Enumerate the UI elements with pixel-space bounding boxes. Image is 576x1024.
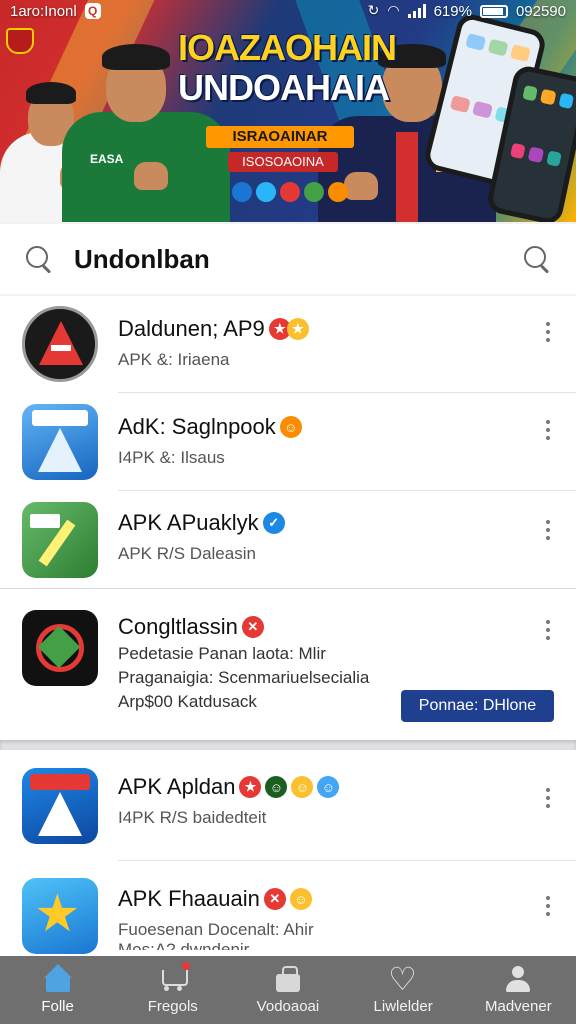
app-list-secondary: APK Apldan ★ ☺ ☺ ☺ I4PK R/S baidedteit ★… — [0, 750, 576, 956]
search-title[interactable]: Undonlban — [74, 244, 522, 275]
user-icon — [503, 965, 533, 992]
app-subtitle: APK &: Iriaena — [118, 350, 230, 369]
notification-dot — [181, 961, 190, 970]
search-header: Undonlban — [0, 224, 576, 294]
battery-percent: 619% — [433, 2, 472, 20]
more-options-icon[interactable] — [542, 620, 554, 642]
clock: 092590 — [515, 2, 566, 20]
emoji-badge-icon: ☺ — [279, 416, 302, 438]
app-icon — [22, 306, 98, 382]
search-icon[interactable] — [522, 244, 552, 274]
app-icon — [22, 502, 98, 578]
list-item[interactable]: ★ APK Fhaauain ✕ ☺ Fuoesenan Docenalt: A… — [0, 860, 576, 956]
search-icon[interactable] — [24, 244, 54, 274]
emoji-badge-icon: ☺ — [317, 776, 340, 798]
verified-badge-icon: ✓ — [262, 512, 285, 534]
nav-item-profile[interactable]: Madvener — [468, 956, 568, 1024]
app-name: APK Fhaauain ✕ ☺ — [118, 886, 312, 912]
nav-label: Liwlelder — [373, 997, 433, 1015]
nav-label: Madvener — [484, 997, 552, 1015]
bag-icon — [273, 965, 303, 992]
app-name: AdK: Saglnpook ☺ — [118, 414, 302, 440]
nav-label: Fregols — [147, 997, 198, 1015]
wifi-icon: ◠ — [387, 3, 400, 19]
home-icon — [43, 963, 73, 992]
app-icon — [22, 610, 98, 686]
sync-icon: ↻ — [367, 3, 380, 19]
banner-subtagline: ISOSOAOINA — [228, 152, 338, 172]
app-description: Pedetasie Panan laota: Mlir Praganaigia:… — [118, 644, 370, 711]
list-item[interactable]: APK APuaklyk ✓ APK R/S Daleasin — [0, 492, 576, 590]
carrier-label: 1aro:Inonl — [10, 2, 77, 20]
more-options-icon[interactable] — [542, 896, 554, 918]
app-name: Daldunen; AP9 ★ ★ — [118, 316, 309, 342]
nav-item-cart[interactable]: Fregols — [123, 956, 223, 1024]
close-badge-icon: ✕ — [241, 616, 264, 638]
app-name: Congltlassin ✕ — [118, 614, 264, 640]
app-icon: ★ — [22, 878, 98, 954]
battery-icon — [479, 4, 508, 18]
banner-social-icons — [232, 182, 348, 202]
emoji-badge-icon: ☺ — [291, 776, 314, 798]
list-item[interactable]: APK Apldan ★ ☺ ☺ ☺ I4PK R/S baidedteit — [0, 750, 576, 861]
action-button[interactable]: Ponnae: DHlone — [401, 690, 554, 722]
emoji-badge-icon: ☺ — [265, 776, 288, 798]
app-name: APK Apldan ★ ☺ ☺ ☺ — [118, 774, 340, 800]
app-subtitle: I4PK &: Ilsaus — [118, 448, 225, 467]
promo-banner[interactable]: EASA IOAZAOHAIN UNDOAHAIA ISRAOAINAR ISO… — [0, 0, 576, 222]
bottom-navigation: Folle Fregols Vodoaoai Liwlelder Madvene… — [0, 956, 576, 1024]
more-options-icon[interactable] — [542, 420, 554, 442]
app-name: APK APuaklyk ✓ — [118, 510, 285, 536]
cart-icon — [158, 961, 190, 992]
social-icon — [280, 182, 300, 202]
nav-item-store[interactable]: Vodoaoai — [238, 956, 338, 1024]
list-item[interactable]: AdK: Saglnpook ☺ I4PK &: Ilsaus — [0, 394, 576, 492]
list-item-expanded[interactable]: Congltlassin ✕ Pedetasie Panan laota: Ml… — [0, 590, 576, 740]
app-icon — [22, 404, 98, 480]
nav-item-home[interactable]: Folle — [8, 956, 108, 1024]
app-list: Daldunen; AP9 ★ ★ APK &: Iriaena AdK: Sa… — [0, 296, 576, 740]
more-options-icon[interactable] — [542, 520, 554, 542]
nav-item-wishlist[interactable]: Liwlelder — [353, 956, 453, 1024]
social-icon — [256, 182, 276, 202]
section-divider — [0, 740, 576, 750]
star-badge-icon: ★ — [239, 776, 262, 798]
heart-icon — [388, 960, 418, 998]
status-bar: 1aro:Inonl Q ↻ ◠ 619% 092590 — [0, 0, 576, 22]
nav-label: Vodoaoai — [256, 997, 320, 1015]
more-options-icon[interactable] — [542, 788, 554, 810]
banner-title: IOAZAOHAIN UNDOAHAIA — [178, 27, 397, 108]
jersey-text: EASA — [90, 152, 124, 166]
social-icon — [328, 182, 348, 202]
star-badge-icon: ★ — [286, 318, 309, 340]
app-icon — [22, 768, 98, 844]
banner-tagline: ISRAOAINAR — [206, 126, 354, 148]
nav-label: Folle — [41, 997, 74, 1015]
notification-icon: Q — [84, 3, 101, 19]
list-item[interactable]: Daldunen; AP9 ★ ★ APK &: Iriaena — [0, 296, 576, 394]
emoji-badge-icon: ☺ — [289, 888, 312, 910]
more-options-icon[interactable] — [542, 322, 554, 344]
close-badge-icon: ✕ — [263, 888, 286, 910]
social-icon — [232, 182, 252, 202]
app-subtitle: Fuoesenan Docenalt: Ahir Mos:A? dwndenir — [118, 920, 314, 950]
signal-icon — [407, 4, 426, 18]
app-subtitle: APK R/S Daleasin — [118, 544, 256, 563]
social-icon — [304, 182, 324, 202]
app-subtitle: I4PK R/S baidedteit — [118, 808, 267, 827]
